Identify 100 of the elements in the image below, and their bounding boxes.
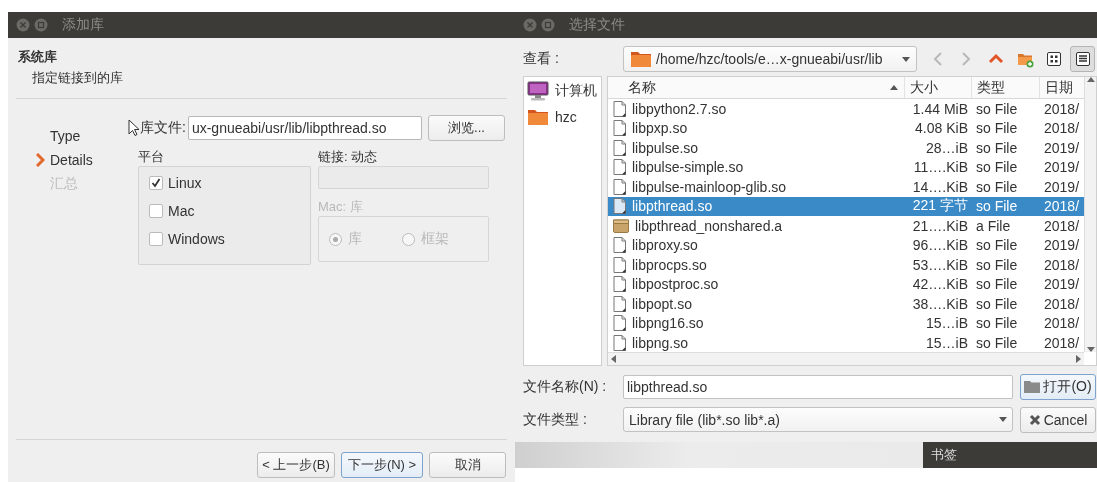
file-type: so File	[976, 237, 1018, 254]
checkbox-label: Windows	[168, 231, 225, 247]
file-name: libproxy.so	[632, 237, 698, 254]
checkbox[interactable]	[149, 204, 163, 218]
place-item[interactable]: hzc	[555, 109, 577, 125]
file-name: libprocps.so	[632, 256, 707, 273]
file-type: so File	[976, 276, 1018, 293]
file-row[interactable]: libpostproc.so 42….KiB so File 2019/	[608, 274, 1084, 294]
file-row[interactable]: libpthread.so 221 字节 so File 2018/	[608, 196, 1084, 216]
file-type: a File	[976, 217, 1011, 234]
field-label: 查看 :	[523, 50, 560, 68]
file-name: libpopt.so	[632, 295, 692, 312]
file-type-dropdown[interactable]: Library file (lib*.so lib*.a)	[623, 407, 1013, 432]
file-date: 2018/	[1044, 120, 1080, 137]
file-row[interactable]: libpython2.7.so 1.44 MiB so File 2018/	[608, 99, 1084, 119]
file-date: 2019/	[1044, 178, 1080, 195]
file-type: so File	[976, 139, 1018, 156]
file-icon	[613, 315, 626, 332]
file-size: 96….KiB	[912, 237, 968, 254]
page-heading: 系统库	[18, 48, 58, 66]
file-name: libpng16.so	[632, 315, 704, 332]
column-header[interactable]: 名称	[608, 77, 905, 98]
monitor-icon	[527, 81, 549, 101]
checkbox[interactable]	[149, 232, 163, 246]
field-label: 库文件:	[140, 119, 186, 137]
checkbox[interactable]	[149, 176, 163, 190]
file-name: libpulse-mainloop-glib.so	[632, 178, 787, 195]
file-type: so File	[976, 295, 1018, 312]
file-name: libpulse-simple.so	[632, 159, 744, 176]
checkbox-label: Mac	[168, 203, 195, 219]
file-type: so File	[976, 198, 1018, 215]
toolbar-button[interactable]	[1070, 46, 1095, 72]
file-size: 42….KiB	[912, 276, 968, 293]
scroll-down-icon[interactable]	[1086, 347, 1095, 352]
file-size: 1.44 MiB	[912, 100, 968, 117]
file-row[interactable]: libprocps.so 53….KiB so File 2018/	[608, 255, 1084, 275]
column-header[interactable]: 大小	[905, 77, 972, 98]
file-date: 2019/	[1044, 276, 1080, 293]
file-icon	[613, 334, 626, 351]
page-subheading: 指定链接到的库	[32, 69, 124, 87]
file-row[interactable]: libpulse-simple.so 11….KiB so File 2019/	[608, 157, 1084, 177]
file-row[interactable]: libpthread_nonshared.a 21….KiB a File 2018/	[608, 216, 1084, 236]
scroll-right-icon[interactable]	[1076, 355, 1081, 363]
maximize-icon[interactable]	[541, 18, 555, 32]
vertical-scrollbar[interactable]	[1084, 77, 1096, 352]
file-date: 2019/	[1044, 159, 1080, 176]
file-type: so File	[976, 315, 1018, 332]
file-row[interactable]: libpulse.so 28…iB so File 2019/	[608, 138, 1084, 158]
file-row[interactable]: libpopt.so 38….KiB so File 2018/	[608, 294, 1084, 314]
file-type: so File	[976, 120, 1018, 137]
place-item[interactable]: 计算机	[555, 82, 597, 100]
file-date: 2018/	[1044, 295, 1080, 312]
file-date: 2019/	[1044, 237, 1080, 254]
horizontal-scrollbar[interactable]	[608, 352, 1084, 365]
wizard-button[interactable]: < 上一步(B)	[257, 452, 335, 478]
wizard-button[interactable]: 下一步(N) >	[341, 452, 423, 478]
checkbox-label: Linux	[168, 175, 202, 191]
look-in-dropdown[interactable]: /home/hzc/tools/e…x-gnueabi/usr/lib	[623, 46, 917, 72]
file-name: libpng.so	[632, 334, 689, 351]
file-name-field[interactable]: libpthread.so	[623, 374, 1013, 399]
scroll-up-icon[interactable]	[1086, 77, 1095, 82]
folder-icon	[1024, 380, 1041, 393]
close-icon[interactable]	[16, 18, 30, 32]
file-date: 2019/	[1044, 139, 1080, 156]
file-type: so File	[976, 334, 1018, 351]
column-header[interactable]: 类型	[972, 77, 1040, 98]
file-name: libpxp.so	[632, 120, 688, 137]
file-name: libpulse.so	[632, 139, 699, 156]
caret-icon	[999, 417, 1007, 422]
folder-icon	[630, 50, 652, 68]
close-icon[interactable]	[523, 18, 537, 32]
file-date: 2018/	[1044, 198, 1080, 215]
window-title: 添加库	[62, 16, 104, 34]
library-file-field[interactable]: ux-gnueabi/usr/lib/libpthread.so	[187, 116, 422, 140]
file-row[interactable]: libpulse-mainloop-glib.so 14….KiB so File 2019/	[608, 177, 1084, 197]
file-size: 15…iB	[925, 334, 968, 351]
file-row[interactable]: libpxp.so 4.08 KiB so File 2018/	[608, 118, 1084, 138]
cancel-button[interactable]: Cancel	[1020, 406, 1096, 433]
file-date: 2018/	[1044, 315, 1080, 332]
file-row[interactable]: libpng16.so 15…iB so File 2018/	[608, 313, 1084, 333]
column-header[interactable]: 日期	[1040, 77, 1084, 98]
file-icon	[613, 256, 626, 273]
file-icon	[613, 100, 626, 117]
browse-button[interactable]: 浏览...	[428, 115, 505, 141]
file-type: so File	[976, 178, 1018, 195]
grid-view-icon	[1044, 50, 1063, 68]
file-date: 2018/	[1044, 217, 1080, 234]
file-row[interactable]: libpng.so 15…iB so File 2018/	[608, 333, 1084, 352]
file-size: 14….KiB	[912, 178, 968, 195]
maximize-icon[interactable]	[34, 18, 48, 32]
open-button[interactable]: 打开(O)	[1020, 373, 1096, 400]
file-row[interactable]: libproxy.so 96….KiB so File 2019/	[608, 235, 1084, 255]
wizard-button[interactable]: 取消	[429, 452, 506, 478]
file-type: so File	[976, 100, 1018, 117]
file-name: libpostproc.so	[632, 276, 719, 293]
file-icon	[613, 295, 626, 312]
file-date: 2018/	[1044, 334, 1080, 351]
file-icon	[613, 178, 626, 195]
file-name: libpython2.7.so	[632, 100, 727, 117]
scroll-left-icon[interactable]	[611, 355, 616, 363]
